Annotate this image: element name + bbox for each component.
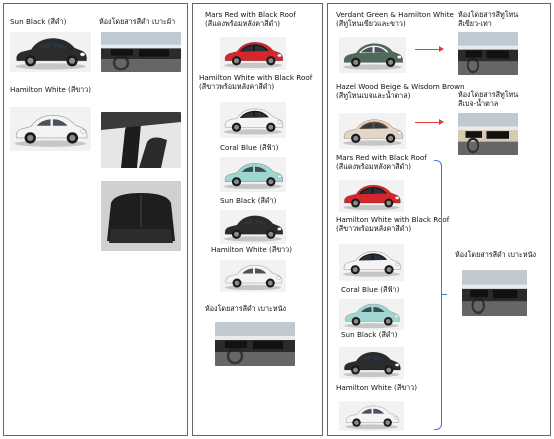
interior-label: ห้องโดยสารสีดำ เบาะผ้า [99,17,176,26]
interior-seat-image [101,112,181,168]
color-label: Verdant Green & Hamilton White (สีทูโทนเ… [336,10,454,28]
car-image [339,401,404,431]
car-image [10,107,91,151]
interior-dashboard-image [462,270,527,316]
interior-dashboard-image [215,322,295,366]
car-image [339,244,404,281]
arrow-icon [415,119,444,125]
car-image [220,260,286,292]
car-image [339,113,406,149]
color-label: Hazel Wood Beige & Wisdom Brown (สีทูโทน… [336,82,465,100]
car-image [339,299,404,330]
car-image [339,347,404,379]
car-image [220,37,286,70]
trim-panel-1: Sun Black (สีดำ) Hamilton White (สีขาว) … [3,3,188,436]
car-image [220,210,286,244]
interior-label: ห้องโดยสารสีทูโทน สีเขียว-เทา [458,10,519,28]
color-label: Hamilton White with Black Roof (สีขาวพร้… [336,215,450,233]
interior-dashboard-image [458,32,518,75]
trim-panel-3: Verdant Green & Hamilton White (สีทูโทนเ… [327,3,551,436]
interior-label: ห้องโดยสารสีทูโทน สีเบจ-น้ำตาล [458,90,519,108]
color-label: Hamilton White (สีขาว) [211,245,293,254]
interior-label: ห้องโดยสารสีดำ เบาะหนัง [455,250,537,259]
color-label: Mars Red with Black Roof (สีแดงพร้อมหลัง… [336,153,427,171]
interior-dashboard-image [101,32,181,72]
car-image [339,37,406,73]
car-image [220,157,286,192]
color-label: Sun Black (สีดำ) [220,196,277,205]
color-label: Coral Blue (สีฟ้า) [220,143,279,152]
car-image [220,102,286,138]
color-label: Sun Black (สีดำ) [10,17,67,26]
arrow-icon [415,46,444,52]
color-label: Sun Black (สีดำ) [341,330,398,339]
color-label: Hamilton White (สีขาว) [10,85,92,94]
interior-dashboard-image [458,113,518,155]
interior-label: ห้องโดยสารสีดำ เบาะหนัง [205,304,287,313]
interior-rear-seat-image [101,181,181,251]
trim-panel-2: Mars Red with Black Roof (สีแดงพร้อมหลัง… [192,3,323,436]
color-label: Hamilton White (สีขาว) [336,383,418,392]
color-label: Coral Blue (สีฟ้า) [341,285,400,294]
car-image [339,180,404,212]
car-image [10,32,91,72]
bracket-tip [441,294,447,295]
color-label: Mars Red with Black Roof (สีแดงพร้อมหลัง… [205,10,296,28]
color-label: Hamilton White with Black Roof (สีขาวพร้… [199,73,313,91]
group-bracket [434,160,442,430]
